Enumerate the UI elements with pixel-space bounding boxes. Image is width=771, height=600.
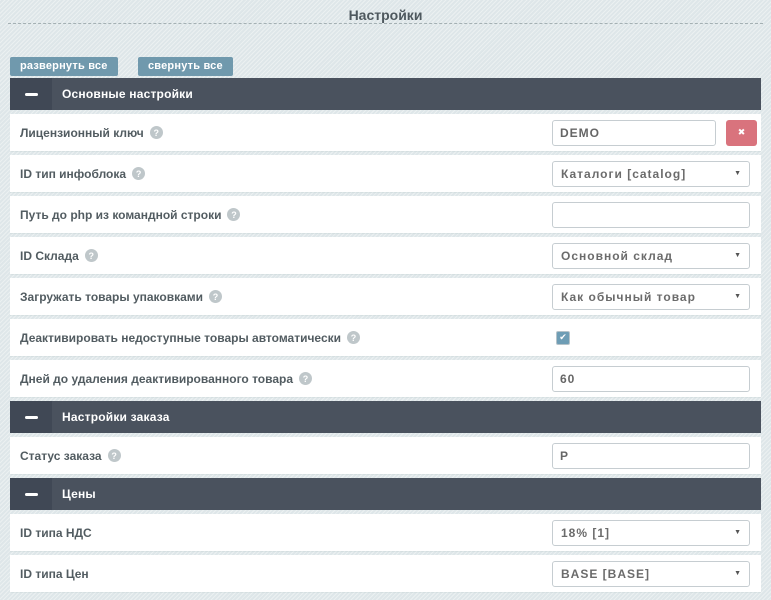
field-control <box>552 360 750 397</box>
field-label: Деактивировать недоступные товары автома… <box>20 331 341 345</box>
x-icon: ✖ <box>738 127 746 138</box>
expand-all-button[interactable]: развернуть все <box>10 57 118 76</box>
deactivate-unavailable-checkbox[interactable]: ✔ <box>556 331 570 345</box>
field-control: Основной склад ▼ <box>552 237 750 274</box>
toolbar: развернуть все свернуть все <box>10 56 761 75</box>
row-label: ID типа НДС <box>10 526 92 540</box>
row-label: Дней до удаления деактивированного товар… <box>10 372 312 386</box>
collapse-toggle-button[interactable] <box>10 478 52 510</box>
settings-section: Цены ID типа НДС 18% [1] ▼ ID типа Цен BASE [… <box>10 478 761 592</box>
chevron-down-icon: ▼ <box>734 529 741 536</box>
select-value: Основной склад <box>561 249 673 263</box>
settings-row: ID Склада? Основной склад ▼ <box>10 237 761 274</box>
divider <box>8 23 763 24</box>
help-icon[interactable]: ? <box>299 372 312 385</box>
select-value: 18% [1] <box>561 526 610 540</box>
settings-row: ID типа НДС 18% [1] ▼ <box>10 514 761 551</box>
help-icon[interactable]: ? <box>150 126 163 139</box>
field-label: ID Склада <box>20 249 79 263</box>
field-label: ID типа Цен <box>20 567 89 581</box>
section-header[interactable]: Цены <box>10 478 761 510</box>
section-title: Основные настройки <box>62 87 193 101</box>
field-label: Лицензионный ключ <box>20 126 144 140</box>
chevron-down-icon: ▼ <box>734 252 741 259</box>
help-icon[interactable]: ? <box>85 249 98 262</box>
settings-row: ID тип инфоблока? Каталоги [catalog] ▼ <box>10 155 761 192</box>
days-before-delete-input[interactable] <box>552 366 750 392</box>
field-control: ✖ <box>552 114 757 151</box>
settings-section: Основные настройки Лицензионный ключ? ✖ ID … <box>10 78 761 397</box>
field-label: Путь до php из командной строки <box>20 208 221 222</box>
collapse-toggle-button[interactable] <box>10 78 52 110</box>
field-control: Как обычный товар ▼ <box>552 278 750 315</box>
load-packages-select[interactable]: Как обычный товар ▼ <box>552 284 750 310</box>
help-icon[interactable]: ? <box>132 167 145 180</box>
field-label: ID типа НДС <box>20 526 92 540</box>
collapse-all-button[interactable]: свернуть все <box>138 57 233 76</box>
field-control: ✔ <box>552 319 570 356</box>
vat-type-select[interactable]: 18% [1] ▼ <box>552 520 750 546</box>
field-control: Каталоги [catalog] ▼ <box>552 155 750 192</box>
field-label: Загружать товары упаковками <box>20 290 203 304</box>
php-path-input[interactable] <box>552 202 750 228</box>
select-value: Каталоги [catalog] <box>561 167 686 181</box>
settings-row: Путь до php из командной строки? <box>10 196 761 233</box>
select-value: Как обычный товар <box>561 290 696 304</box>
license-key-input[interactable] <box>552 120 716 146</box>
row-label: ID тип инфоблока? <box>10 167 145 181</box>
row-label: Лицензионный ключ? <box>10 126 163 140</box>
minus-icon <box>25 416 38 419</box>
order-status-input[interactable] <box>552 443 750 469</box>
help-icon[interactable]: ? <box>108 449 121 462</box>
settings-row: Дней до удаления деактивированного товар… <box>10 360 761 397</box>
settings-row: Лицензионный ключ? ✖ <box>10 114 761 151</box>
field-control <box>552 437 750 474</box>
warehouse-select[interactable]: Основной склад ▼ <box>552 243 750 269</box>
help-icon[interactable]: ? <box>227 208 240 221</box>
field-label: Статус заказа <box>20 449 102 463</box>
row-label: ID типа Цен <box>10 567 89 581</box>
help-icon[interactable]: ? <box>347 331 360 344</box>
settings-page: Настройки развернуть все свернуть все Ос… <box>0 0 771 592</box>
sections: Основные настройки Лицензионный ключ? ✖ ID … <box>10 78 761 592</box>
infoblock-type-select[interactable]: Каталоги [catalog] ▼ <box>552 161 750 187</box>
section-title: Настройки заказа <box>62 410 170 424</box>
price-type-select[interactable]: BASE [BASE] ▼ <box>552 561 750 587</box>
help-icon[interactable]: ? <box>209 290 222 303</box>
settings-row: Статус заказа? <box>10 437 761 474</box>
chevron-down-icon: ▼ <box>734 170 741 177</box>
settings-row: Деактивировать недоступные товары автома… <box>10 319 761 356</box>
field-control <box>552 196 750 233</box>
row-label: Загружать товары упаковками? <box>10 290 222 304</box>
section-title: Цены <box>62 487 96 501</box>
row-label: Статус заказа? <box>10 449 121 463</box>
chevron-down-icon: ▼ <box>734 570 741 577</box>
section-header[interactable]: Основные настройки <box>10 78 761 110</box>
settings-section: Настройки заказа Статус заказа? <box>10 401 761 474</box>
row-label: Деактивировать недоступные товары автома… <box>10 331 360 345</box>
field-control: 18% [1] ▼ <box>552 514 750 551</box>
field-label: ID тип инфоблока <box>20 167 126 181</box>
check-icon: ✔ <box>559 332 567 343</box>
settings-row: ID типа Цен BASE [BASE] ▼ <box>10 555 761 592</box>
page-title: Настройки <box>0 0 771 16</box>
field-label: Дней до удаления деактивированного товар… <box>20 372 293 386</box>
minus-icon <box>25 493 38 496</box>
select-value: BASE [BASE] <box>561 567 650 581</box>
row-label: ID Склада? <box>10 249 98 263</box>
chevron-down-icon: ▼ <box>734 293 741 300</box>
settings-row: Загружать товары упаковками? Как обычный … <box>10 278 761 315</box>
delete-button[interactable]: ✖ <box>726 120 757 146</box>
field-control: BASE [BASE] ▼ <box>552 555 750 592</box>
minus-icon <box>25 93 38 96</box>
row-label: Путь до php из командной строки? <box>10 208 240 222</box>
collapse-toggle-button[interactable] <box>10 401 52 433</box>
section-header[interactable]: Настройки заказа <box>10 401 761 433</box>
